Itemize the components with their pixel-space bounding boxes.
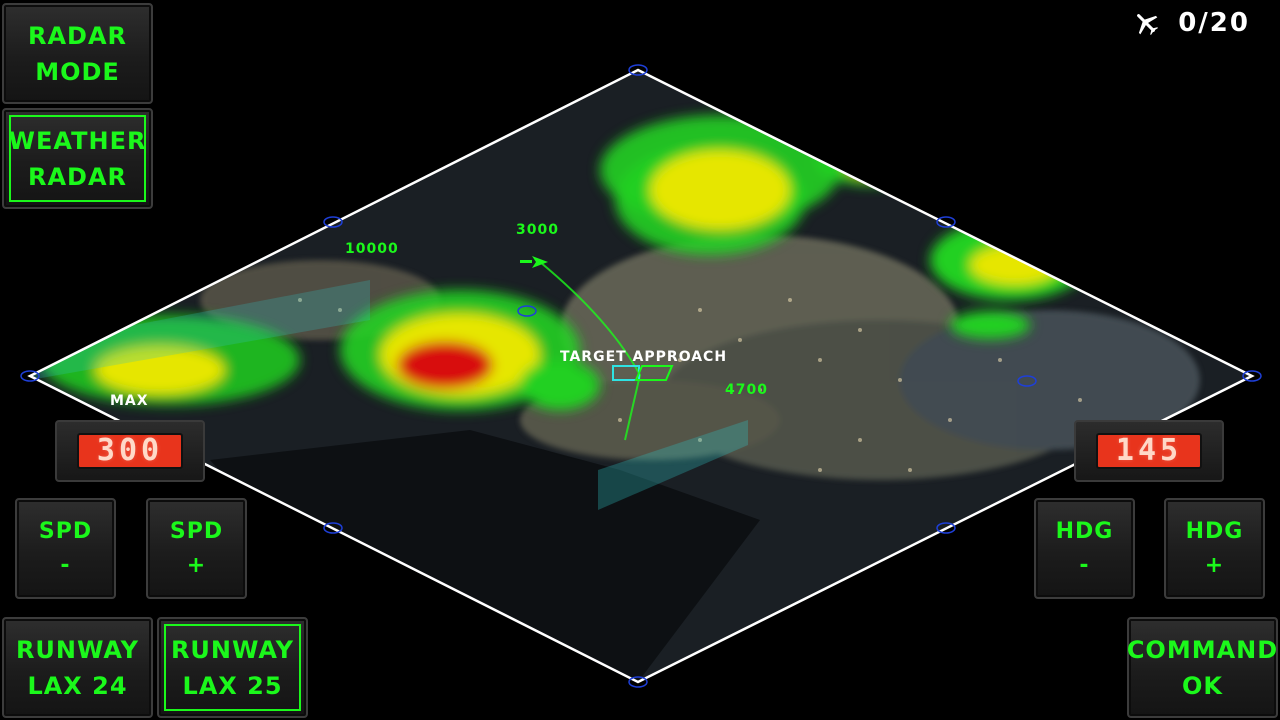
radar-mode-line2: MODE [35, 57, 120, 86]
hdg-plus-line2: + [1204, 552, 1225, 578]
radar-mode-button[interactable]: RADAR MODE [2, 3, 153, 104]
runway-lax25-button[interactable]: RUNWAY LAX 25 [157, 617, 308, 718]
weather-radar-line2: RADAR [27, 162, 128, 191]
spd-plus-line2: + [186, 552, 207, 578]
runway-lax25-line2: LAX 25 [182, 671, 283, 700]
hdg-minus-line2: - [1079, 552, 1090, 578]
heading-decrease-button[interactable]: HDG - [1034, 498, 1135, 599]
spd-minus-line1: SPD [38, 518, 93, 544]
heading-display: 145 [1074, 420, 1224, 482]
speed-decrease-button[interactable]: SPD - [15, 498, 116, 599]
runway-lax25-line1: RUNWAY [170, 635, 295, 664]
speed-display-value: 300 [77, 433, 183, 469]
runway-lax24-line2: LAX 24 [27, 671, 128, 700]
target-approach-label: TARGET APPROACH [560, 349, 728, 365]
altitude-label-4700: 4700 [725, 382, 768, 398]
altitude-label-3000: 3000 [516, 222, 559, 238]
weather-radar-button[interactable]: WEATHER RADAR [2, 108, 153, 209]
airplane-icon [1137, 14, 1159, 36]
command-ok-button[interactable]: COMMAND OK [1127, 617, 1278, 718]
heading-display-value: 145 [1096, 433, 1202, 469]
spd-plus-line1: SPD [169, 518, 224, 544]
hdg-plus-line1: HDG [1185, 518, 1244, 544]
command-ok-line2: OK [1182, 671, 1223, 700]
score-counter: 0/20 [1132, 8, 1250, 38]
weather-radar-line1: WEATHER [8, 126, 147, 155]
runway-lax24-button[interactable]: RUNWAY LAX 24 [2, 617, 153, 718]
heading-increase-button[interactable]: HDG + [1164, 498, 1265, 599]
hdg-minus-line1: HDG [1055, 518, 1114, 544]
speed-increase-button[interactable]: SPD + [146, 498, 247, 599]
altitude-label-10000: 10000 [345, 241, 399, 257]
command-ok-line1: COMMAND [1126, 635, 1279, 664]
max-label: MAX [110, 393, 149, 409]
radar-mode-line1: RADAR [27, 21, 128, 50]
runway-lax24-line1: RUNWAY [15, 635, 140, 664]
speed-display: 300 [55, 420, 205, 482]
score-text: 0/20 [1178, 8, 1250, 38]
spd-minus-line2: - [60, 552, 71, 578]
